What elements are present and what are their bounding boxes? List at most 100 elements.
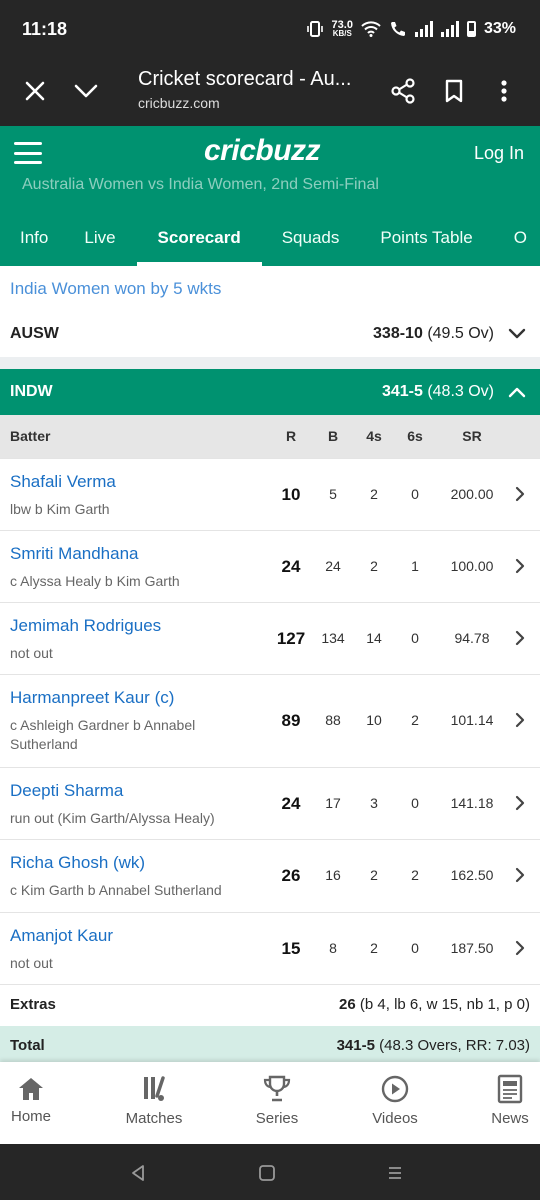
innings-header-ausw[interactable]: AUSW 338-10 (49.5 Ov) — [0, 311, 540, 357]
signal-2-icon — [440, 21, 459, 37]
batter-name[interactable]: Richa Ghosh (wk) — [10, 853, 145, 873]
innings-score: 341-5 (48.3 Ov) — [381, 383, 494, 400]
match-subtitle: Australia Women vs India Women, 2nd Semi… — [22, 176, 379, 193]
dismissal: not out — [10, 955, 53, 971]
fours: 2 — [370, 558, 378, 574]
bookmark-icon[interactable] — [437, 74, 471, 108]
page-url: cricbuzz.com — [138, 95, 220, 111]
dismissal: lbw b Kim Garth — [10, 501, 110, 517]
share-icon[interactable] — [386, 74, 420, 108]
col-strike-rate: SR — [462, 428, 482, 444]
chevron-down-icon[interactable] — [69, 74, 103, 108]
batter-row[interactable]: Deepti Sharma run out (Kim Garth/Alyssa … — [0, 767, 540, 839]
batter-name[interactable]: Deepti Sharma — [10, 781, 123, 801]
batter-name[interactable]: Jemimah Rodrigues — [10, 616, 161, 636]
runs: 26 — [281, 866, 301, 885]
runs: 127 — [276, 629, 306, 648]
col-sixes: 6s — [407, 428, 423, 444]
fours: 2 — [370, 486, 378, 502]
section-divider — [0, 357, 540, 369]
chevron-down-icon[interactable] — [504, 328, 530, 340]
chevron-right-icon[interactable] — [508, 795, 532, 814]
nav-news[interactable]: News — [488, 1074, 532, 1127]
wifi-icon — [361, 21, 381, 37]
nav-label: Series — [255, 1110, 299, 1127]
sixes: 2 — [411, 712, 419, 728]
chevron-right-icon[interactable] — [508, 940, 532, 959]
sixes: 2 — [411, 867, 419, 883]
chevron-right-icon[interactable] — [508, 486, 532, 505]
fours: 3 — [370, 795, 378, 811]
tab-scorecard[interactable]: Scorecard — [136, 198, 262, 266]
batter-row[interactable]: Jemimah Rodrigues not out 127 134 14 0 9… — [0, 602, 540, 674]
recents-icon[interactable] — [382, 1160, 408, 1186]
dismissal: run out (Kim Garth/Alyssa Healy) — [10, 810, 215, 826]
batter-name[interactable]: Smriti Mandhana — [10, 544, 139, 564]
close-icon[interactable] — [18, 74, 52, 108]
batter-row[interactable]: Amanjot Kaur not out 15 8 2 0 187.50 — [0, 912, 540, 984]
batter-row[interactable]: Smriti Mandhana c Alyssa Healy b Kim Gar… — [0, 530, 540, 602]
tab-points-table[interactable]: Points Table — [380, 198, 472, 266]
newspaper-icon — [497, 1074, 523, 1104]
sixes: 0 — [411, 486, 419, 502]
balls: 24 — [325, 558, 341, 574]
chevron-right-icon[interactable] — [508, 867, 532, 886]
tab-live[interactable]: Live — [84, 198, 115, 266]
network-speed: 73.0 KB/S — [331, 18, 353, 38]
match-result: India Women won by 5 wkts — [10, 279, 222, 298]
extras-value: 26 (b 4, lb 6, w 15, nb 1, p 0) — [339, 996, 530, 1013]
col-fours: 4s — [366, 428, 382, 444]
home-button-icon[interactable] — [254, 1160, 280, 1186]
balls: 17 — [325, 795, 341, 811]
batter-row[interactable]: Richa Ghosh (wk) c Kim Garth b Annabel S… — [0, 839, 540, 912]
login-link[interactable]: Log In — [474, 143, 524, 164]
dismissal: c Kim Garth b Annabel Sutherland — [10, 882, 222, 898]
tab-info[interactable]: Info — [20, 198, 48, 266]
sixes: 0 — [411, 630, 419, 646]
back-icon[interactable] — [125, 1160, 151, 1186]
cricbuzz-logo[interactable]: cricbuzz — [204, 134, 321, 168]
batting-table-header: Batter R B 4s 6s SR — [0, 415, 540, 458]
batter-name[interactable]: Shafali Verma — [10, 472, 116, 492]
col-runs: R — [285, 428, 297, 444]
nav-videos[interactable]: Videos — [366, 1074, 424, 1127]
batter-row[interactable]: Shafali Verma lbw b Kim Garth 10 5 2 0 2… — [0, 458, 540, 530]
chevron-right-icon[interactable] — [508, 712, 532, 731]
chevron-right-icon[interactable] — [508, 630, 532, 649]
balls: 134 — [321, 630, 345, 646]
fours: 14 — [366, 630, 382, 646]
strike-rate: 94.78 — [454, 630, 490, 646]
nav-label: Home — [10, 1108, 51, 1125]
strike-rate: 141.18 — [450, 795, 494, 811]
system-navigation-bar — [0, 1144, 540, 1200]
battery-icon — [466, 21, 476, 37]
innings-header-indw[interactable]: INDW 341-5 (48.3 Ov) — [0, 369, 540, 415]
nav-matches[interactable]: Matches — [118, 1074, 190, 1127]
nav-series[interactable]: Series — [250, 1074, 304, 1127]
batter-name[interactable]: Harmanpreet Kaur (c) — [10, 688, 174, 708]
more-options-icon[interactable] — [487, 74, 521, 108]
fours: 10 — [366, 712, 382, 728]
strike-rate: 101.14 — [450, 712, 494, 728]
balls: 8 — [329, 940, 337, 956]
nav-home[interactable]: Home — [10, 1076, 52, 1125]
dismissal: c Alyssa Healy b Kim Garth — [10, 573, 180, 589]
page-title: Cricket scorecard - Au... — [138, 68, 352, 90]
menu-icon[interactable] — [14, 142, 42, 164]
sixes: 0 — [411, 795, 419, 811]
extras-label: Extras — [10, 996, 56, 1013]
play-circle-icon — [381, 1075, 409, 1103]
batter-row[interactable]: Harmanpreet Kaur (c) c Ashleigh Gardner … — [0, 674, 540, 767]
tab-squads[interactable]: Squads — [282, 198, 340, 266]
chevron-up-icon[interactable] — [504, 386, 530, 398]
chevron-right-icon[interactable] — [508, 558, 532, 577]
strike-rate: 200.00 — [450, 486, 494, 502]
home-icon — [19, 1078, 43, 1100]
col-balls: B — [327, 428, 339, 444]
status-bar: 11:18 73.0 KB/S 33% — [0, 0, 540, 56]
signal-1-icon — [414, 21, 433, 37]
batter-name[interactable]: Amanjot Kaur — [10, 926, 113, 946]
tab-overflow[interactable]: O — [514, 198, 527, 266]
fours: 2 — [370, 940, 378, 956]
volte-call-icon — [390, 22, 405, 36]
